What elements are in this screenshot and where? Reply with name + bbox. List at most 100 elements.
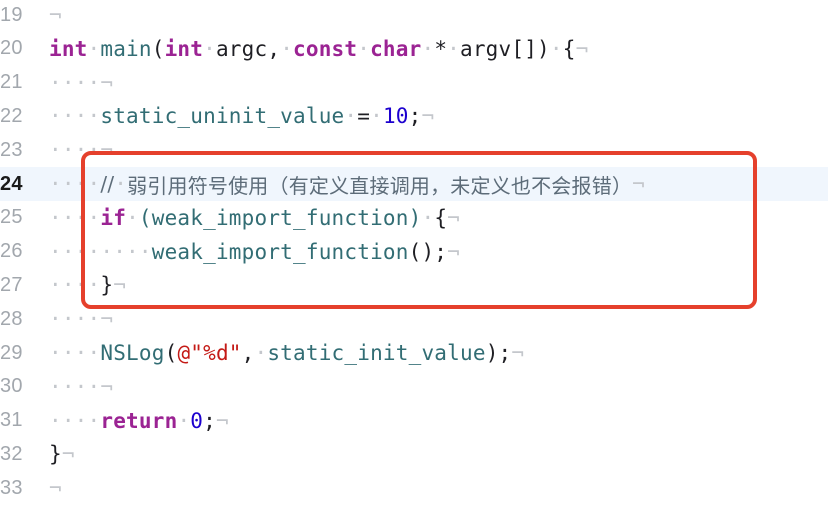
indent-whitespace: ···· (49, 205, 101, 230)
eol-marker: ¬ (49, 476, 62, 501)
code-line[interactable]: 20 int · main(int · argc, · const · char · * · argv[]… (0, 32, 828, 66)
code-token: 10 (382, 104, 409, 129)
code-text: ···· NSLog(@"%d", · static_init_value); ¬ (49, 341, 524, 365)
code-line[interactable]: 22 ···· static_uninit_value · = · 10; ¬ (0, 99, 828, 133)
code-text: ········ weak_import_function (); ¬ (49, 240, 460, 264)
code-line[interactable]: 26 ········ weak_import_function (); ¬ (0, 235, 828, 269)
line-number: 27 (0, 273, 23, 296)
code-token: = (357, 104, 371, 129)
line-number: 29 (0, 341, 23, 364)
code-token: static_uninit_value (100, 104, 345, 129)
code-text: ···· static_uninit_value · = · 10; ¬ (49, 104, 434, 128)
space-marker: · (254, 341, 268, 365)
code-line[interactable]: 27 ····} ¬ (0, 268, 828, 302)
code-token: if (100, 205, 127, 230)
code-token: ); (485, 341, 512, 365)
code-token: ; (203, 408, 216, 433)
code-token: , (241, 341, 255, 365)
eol-marker: ¬ (100, 138, 114, 163)
code-token: return (100, 408, 178, 433)
indent-whitespace: ···· (49, 172, 101, 196)
line-number: 23 (0, 138, 23, 161)
eol-marker: ¬ (113, 273, 127, 298)
code-line[interactable]: 25 ···· if · (weak_import_function) ·{¬ (0, 201, 828, 235)
code-token: 0 (190, 408, 204, 433)
space-marker: · (87, 36, 101, 61)
eol-marker: ¬ (100, 374, 114, 399)
space-marker: · (421, 205, 435, 230)
eol-marker: ¬ (100, 70, 114, 95)
code-token: (weak_import_function) (138, 205, 422, 230)
space-marker: · (280, 36, 294, 61)
code-editor[interactable]: 19 ¬ 20 int · main(int · argc, · const · char · * · arg… (0, 0, 828, 508)
line-number: 31 (0, 409, 23, 432)
eol-marker: ¬ (575, 36, 589, 61)
code-line[interactable]: 29 ···· NSLog(@"%d", · static_init_value); ¬ (0, 336, 828, 370)
code-text: ···· ¬ (49, 307, 113, 331)
code-token: static_init_value (267, 341, 486, 365)
code-token: // (100, 172, 115, 196)
code-line[interactable]: 23 ···· ¬ (0, 133, 828, 167)
code-token: int (49, 36, 88, 61)
space-marker: · (114, 172, 128, 196)
line-number: 33 (0, 476, 23, 499)
line-number: 20 (0, 37, 23, 60)
code-line[interactable]: 24 ····//· 弱引用符号使用（有定义直接调用，未定义也不会报错） ¬ (0, 167, 828, 201)
code-line[interactable]: 28 ···· ¬ (0, 302, 828, 336)
code-token: const (293, 36, 358, 61)
code-line[interactable]: 32} ¬ (0, 437, 828, 471)
indent-whitespace: ···· (49, 341, 101, 365)
line-number: 24 (0, 172, 23, 195)
code-token: ( (151, 36, 165, 61)
code-token: int (164, 36, 204, 61)
code-text: ¬ (49, 476, 62, 500)
space-marker: · (549, 36, 563, 61)
code-line[interactable]: 30 ···· ¬ (0, 370, 828, 404)
space-marker: · (447, 36, 460, 61)
code-text: ····} ¬ (49, 273, 126, 297)
code-token: } (100, 273, 114, 298)
eol-marker: ¬ (447, 205, 460, 230)
eol-marker: ¬ (49, 3, 62, 27)
eol-marker: ¬ (421, 104, 435, 129)
code-text: ···· if · (weak_import_function) ·{¬ (49, 206, 460, 230)
indent-whitespace: ···· (49, 273, 101, 298)
code-line[interactable]: 19 ¬ (0, 0, 828, 32)
space-marker: · (344, 104, 358, 129)
indent-whitespace: ···· (49, 374, 101, 399)
code-token: * (434, 36, 448, 61)
space-marker: · (126, 205, 139, 230)
eol-marker: ¬ (632, 172, 645, 196)
eol-marker: ¬ (447, 239, 460, 264)
code-token: char (370, 36, 422, 61)
code-token: weak_import_function (151, 239, 409, 264)
code-token: argv[]) (460, 36, 550, 61)
code-token: argc, (215, 36, 281, 61)
line-number: 25 (0, 206, 23, 229)
code-token: main (100, 36, 152, 61)
indent-whitespace: ···· (49, 307, 101, 332)
code-text: int · main(int · argc, · const · char · * · argv[]) ·… (49, 37, 588, 61)
code-token: { (434, 205, 448, 230)
line-number: 30 (0, 375, 23, 398)
line-number: 19 (0, 3, 23, 26)
eol-marker: ¬ (215, 408, 229, 433)
line-number: 26 (0, 240, 23, 263)
indent-whitespace: ···· (49, 138, 101, 163)
eol-marker: ¬ (100, 307, 114, 332)
code-line[interactable]: 33 ¬ (0, 471, 828, 505)
code-text: ···· ¬ (49, 138, 113, 162)
space-marker: · (357, 36, 371, 61)
code-line[interactable]: 21 ···· ¬ (0, 66, 828, 100)
code-token: ; (408, 104, 422, 129)
indent-whitespace: ···· (49, 70, 101, 95)
code-token: (); (408, 239, 448, 264)
code-line[interactable]: 31 ···· return · 0; ¬ (0, 404, 828, 438)
code-text: ···· ¬ (49, 375, 113, 399)
eol-marker: ¬ (511, 341, 525, 365)
space-marker: · (421, 36, 435, 61)
code-token: 弱引用符号使用（有定义直接调用，未定义也不会报错） (127, 173, 633, 198)
code-token: @"%d" (177, 341, 242, 365)
line-number: 32 (0, 442, 23, 465)
indent-whitespace: ···· (49, 408, 101, 433)
